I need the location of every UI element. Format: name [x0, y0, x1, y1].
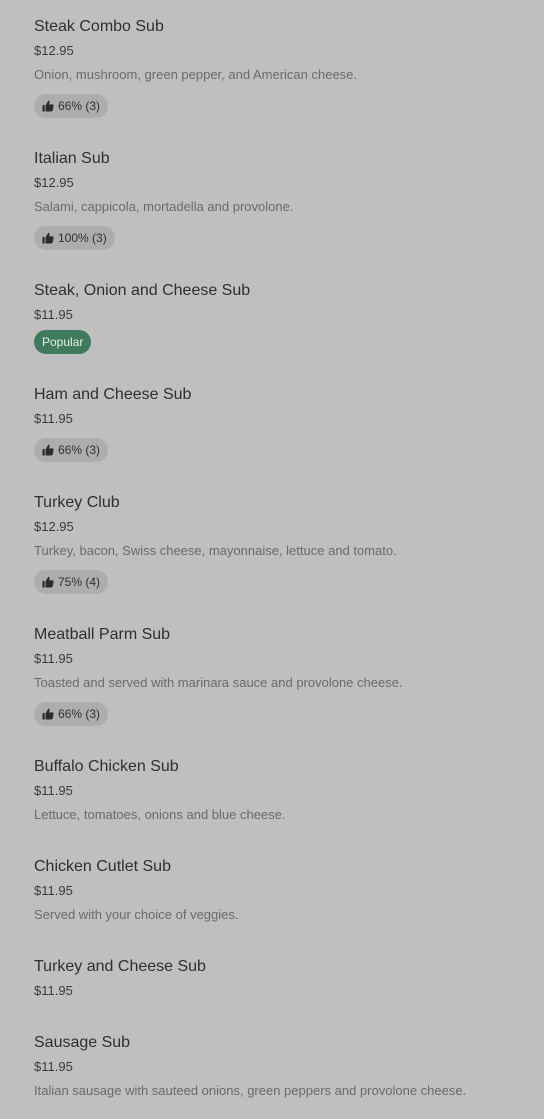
menu-item-name: Chicken Cutlet Sub: [34, 858, 171, 875]
rating-badge: 100% (3): [34, 226, 115, 250]
menu-item[interactable]: Turkey Club $12.95 Turkey, bacon, Swiss …: [34, 493, 524, 597]
menu-item-price: $11.95: [34, 783, 73, 798]
menu-item[interactable]: Steak Combo Sub $12.95 Onion, mushroom, …: [34, 17, 524, 121]
menu-item[interactable]: Meatball Parm Sub $11.95 Toasted and ser…: [34, 625, 524, 729]
menu-item-name: Steak Combo Sub: [34, 18, 164, 35]
menu-item-price: $12.95: [34, 43, 74, 58]
rating-text: 66% (3): [58, 707, 101, 721]
menu-item-name: Sausage Sub: [34, 1034, 131, 1051]
menu-item[interactable]: Chicken Cutlet Sub $11.95 Served with yo…: [34, 857, 524, 927]
menu-item-description: Served with your choice of veggies.: [34, 907, 239, 922]
menu-item[interactable]: Sausage Sub $11.95 Italian sausage with …: [34, 1033, 524, 1103]
rating-badge: 66% (3): [34, 702, 109, 726]
menu-item-price: $11.95: [34, 1059, 73, 1074]
rating-text: 75% (4): [58, 575, 101, 589]
menu-item[interactable]: Buffalo Chicken Sub $11.95 Lettuce, toma…: [34, 757, 524, 827]
menu-item[interactable]: Steak, Onion and Cheese Sub $11.95 Popul…: [34, 281, 524, 357]
menu-item-price: $12.95: [34, 175, 74, 190]
menu-item-description: Salami, cappicola, mortadella and provol…: [34, 199, 294, 214]
menu-item-name: Meatball Parm Sub: [34, 626, 171, 643]
menu-item[interactable]: Ham and Cheese Sub $11.95 66% (3): [34, 385, 524, 465]
menu-item-price: $11.95: [34, 307, 73, 322]
rating-text: 100% (3): [58, 231, 107, 245]
menu-item-name: Turkey Club: [34, 494, 120, 511]
thumbs-up-icon: [42, 100, 54, 112]
menu-item-price: $11.95: [34, 883, 73, 898]
menu-item-description: Italian sausage with sauteed onions, gre…: [34, 1083, 467, 1098]
rating-badge: 66% (3): [34, 438, 109, 462]
menu-item-description: Toasted and served with marinara sauce a…: [34, 675, 403, 690]
rating-text: 66% (3): [58, 99, 101, 113]
menu-item-name: Ham and Cheese Sub: [34, 386, 192, 403]
menu-item-price: $11.95: [34, 983, 73, 998]
menu-item-price: $11.95: [34, 411, 73, 426]
menu-item-name: Turkey and Cheese Sub: [34, 958, 206, 975]
menu-item-description: Lettuce, tomatoes, onions and blue chees…: [34, 807, 286, 822]
menu-item-description: Turkey, bacon, Swiss cheese, mayonnaise,…: [34, 543, 397, 558]
rating-text: 66% (3): [58, 443, 101, 457]
menu-item-name: Steak, Onion and Cheese Sub: [34, 282, 251, 299]
thumbs-up-icon: [42, 708, 54, 720]
rating-badge: 66% (3): [34, 94, 109, 118]
rating-badge: 75% (4): [34, 570, 109, 594]
menu-item[interactable]: Turkey and Cheese Sub $11.95: [34, 957, 524, 1003]
menu-item-name: Italian Sub: [34, 150, 110, 167]
menu-item[interactable]: Italian Sub $12.95 Salami, cappicola, mo…: [34, 149, 524, 253]
popular-badge: Popular: [34, 330, 92, 354]
menu-item-price: $11.95: [34, 651, 73, 666]
menu-item-description: Onion, mushroom, green pepper, and Ameri…: [34, 67, 358, 82]
thumbs-up-icon: [42, 444, 54, 456]
thumbs-up-icon: [42, 232, 54, 244]
menu-item-price: $12.95: [34, 519, 74, 534]
menu-item-name: Buffalo Chicken Sub: [34, 758, 179, 775]
thumbs-up-icon: [42, 576, 54, 588]
